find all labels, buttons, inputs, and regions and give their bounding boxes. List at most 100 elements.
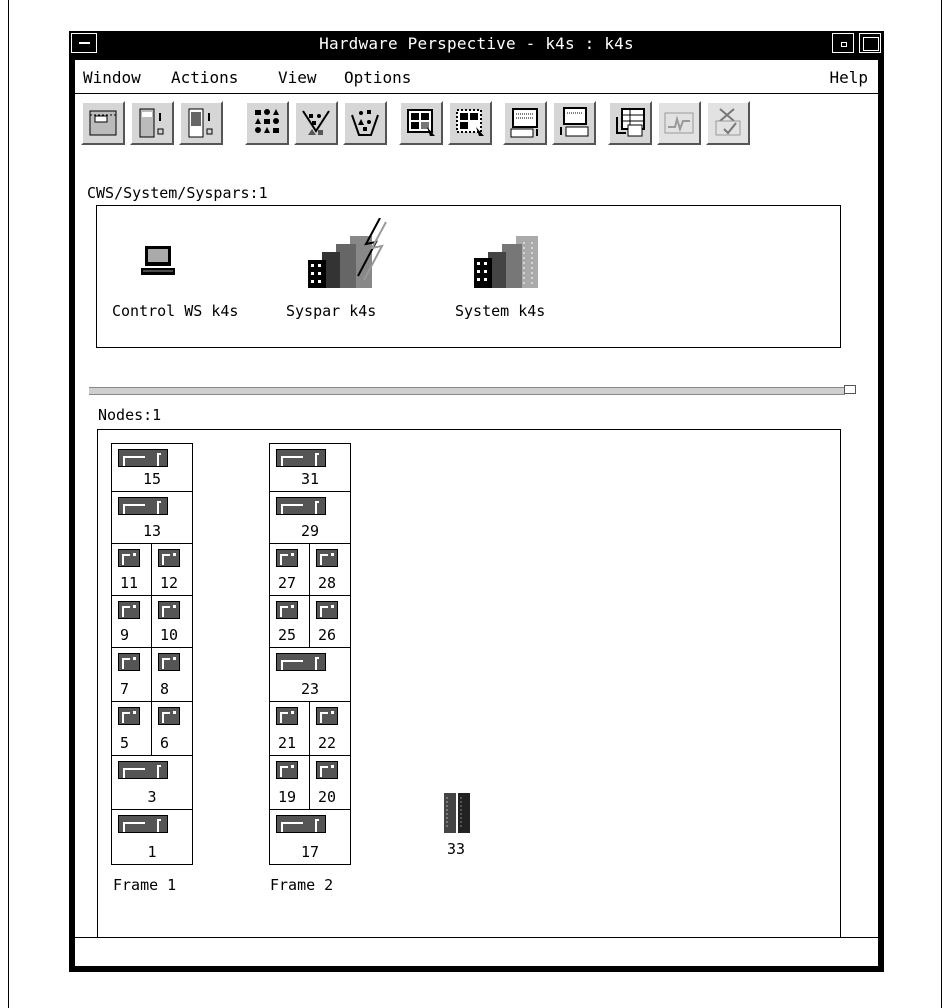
- node-6[interactable]: 6: [152, 702, 192, 756]
- notebook-icon: [89, 110, 117, 136]
- nodes-pane: 15 13 11 12 9 10 7 8 5 6 3 1 Frame 1 31 …: [97, 429, 841, 957]
- node-1[interactable]: 1: [112, 810, 192, 864]
- thin-node-icon: [316, 707, 338, 725]
- node-21[interactable]: 21: [270, 702, 310, 756]
- toolbar: [75, 95, 878, 155]
- node-28[interactable]: 28: [310, 544, 350, 596]
- monitor-graph-icon: [664, 112, 694, 134]
- node-22[interactable]: 22: [310, 702, 350, 756]
- node-number: 28: [318, 574, 337, 592]
- thin-node-icon: [316, 761, 338, 779]
- deselect-pane-button[interactable]: [448, 101, 492, 145]
- node-9[interactable]: 9: [112, 596, 152, 648]
- keyboard-terminal-button[interactable]: [552, 101, 596, 145]
- node-number: 23: [300, 680, 320, 698]
- select-pane-button[interactable]: [399, 101, 443, 145]
- menu-window[interactable]: Window: [83, 68, 141, 87]
- node-number: 5: [120, 734, 130, 752]
- minimize-button[interactable]: [832, 33, 854, 53]
- thin-node-icon: [118, 549, 140, 567]
- workstation-icon[interactable]: [139, 244, 179, 278]
- thin-node-icon: [158, 601, 180, 619]
- node-number: 6: [160, 734, 170, 752]
- node-7[interactable]: 7: [112, 648, 152, 702]
- wide-node-icon: [118, 815, 168, 833]
- wide-node-icon: [276, 497, 326, 515]
- thin-node-icon: [276, 761, 298, 779]
- open-terminal-icon: [510, 108, 538, 138]
- node-number: 17: [300, 843, 320, 861]
- frame-properties-button[interactable]: [179, 101, 223, 145]
- system-icon[interactable]: [466, 218, 556, 290]
- node-number: 7: [120, 680, 130, 698]
- title-bar[interactable]: Hardware Perspective - k4s : k4s: [69, 31, 884, 57]
- node-3[interactable]: 3: [112, 756, 192, 810]
- thin-node-icon: [158, 549, 180, 567]
- node-13[interactable]: 13: [112, 492, 192, 544]
- menu-options[interactable]: Options: [344, 68, 411, 87]
- node-number: 10: [160, 626, 179, 644]
- frame-2-label[interactable]: Frame 2: [270, 876, 333, 894]
- node-12[interactable]: 12: [152, 544, 192, 596]
- menu-help[interactable]: Help: [829, 68, 868, 87]
- node-8[interactable]: 8: [152, 648, 192, 702]
- syspar-label[interactable]: Syspar k4s: [286, 302, 376, 320]
- pane-sash[interactable]: [89, 387, 845, 395]
- window-title: Hardware Perspective - k4s : k4s: [319, 34, 634, 53]
- icon-view-button[interactable]: [245, 101, 289, 145]
- node-number: 27: [278, 574, 297, 592]
- frame-1[interactable]: 15 13 11 12 9 10 7 8 5 6 3 1: [111, 443, 193, 865]
- node-properties-icon: [139, 108, 164, 138]
- node-19[interactable]: 19: [270, 756, 310, 810]
- node-15[interactable]: 15: [112, 444, 192, 492]
- system-label[interactable]: System k4s: [455, 302, 545, 320]
- node-5[interactable]: 5: [112, 702, 152, 756]
- node-27[interactable]: 27: [270, 544, 310, 596]
- table-view-button[interactable]: [608, 101, 652, 145]
- control-ws-label[interactable]: Control WS k4s: [112, 302, 238, 320]
- node-number: 11: [120, 574, 139, 592]
- menu-view[interactable]: View: [278, 68, 317, 87]
- node-number: 3: [147, 788, 157, 806]
- keyboard-terminal-icon: [560, 107, 589, 137]
- node-properties-button[interactable]: [130, 101, 174, 145]
- server-tower-icon[interactable]: [444, 793, 472, 835]
- node-number: 22: [318, 734, 337, 752]
- node-31[interactable]: 31: [270, 444, 350, 492]
- frame-1-label[interactable]: Frame 1: [113, 876, 176, 894]
- node-23[interactable]: 23: [270, 648, 350, 702]
- node-17[interactable]: 17: [270, 810, 350, 864]
- filter-all-button[interactable]: [343, 101, 387, 145]
- wide-node-icon: [276, 449, 326, 467]
- syspar-icon[interactable]: [300, 218, 390, 290]
- filter-button[interactable]: [294, 101, 338, 145]
- node-number: 20: [318, 788, 337, 806]
- node-11[interactable]: 11: [112, 544, 152, 596]
- thin-node-icon: [316, 549, 338, 567]
- node-25[interactable]: 25: [270, 596, 310, 648]
- sash-handle[interactable]: [844, 385, 856, 394]
- node-33-label[interactable]: 33: [447, 840, 465, 858]
- node-number: 19: [278, 788, 297, 806]
- check-button[interactable]: [706, 101, 750, 145]
- thin-node-icon: [316, 601, 338, 619]
- node-10[interactable]: 10: [152, 596, 192, 648]
- node-20[interactable]: 20: [310, 756, 350, 810]
- thin-node-icon: [276, 549, 298, 567]
- node-number: 26: [318, 626, 337, 644]
- select-pane-icon: [407, 109, 435, 136]
- thin-node-icon: [158, 707, 180, 725]
- node-29[interactable]: 29: [270, 492, 350, 544]
- menu-actions[interactable]: Actions: [171, 68, 238, 87]
- frame-2[interactable]: 31 29 27 28 25 26 23 21 22 19 20 17: [269, 443, 351, 865]
- top-pane-label: CWS/System/Syspars:1: [87, 184, 268, 202]
- node-number: 21: [278, 734, 297, 752]
- thin-node-icon: [276, 601, 298, 619]
- notebook-button[interactable]: [81, 101, 125, 145]
- node-26[interactable]: 26: [310, 596, 350, 648]
- node-number: 15: [142, 470, 162, 488]
- maximize-button[interactable]: [859, 33, 881, 53]
- thin-node-icon: [118, 601, 140, 619]
- open-terminal-button[interactable]: [503, 101, 547, 145]
- monitor-graph-button[interactable]: [657, 101, 701, 145]
